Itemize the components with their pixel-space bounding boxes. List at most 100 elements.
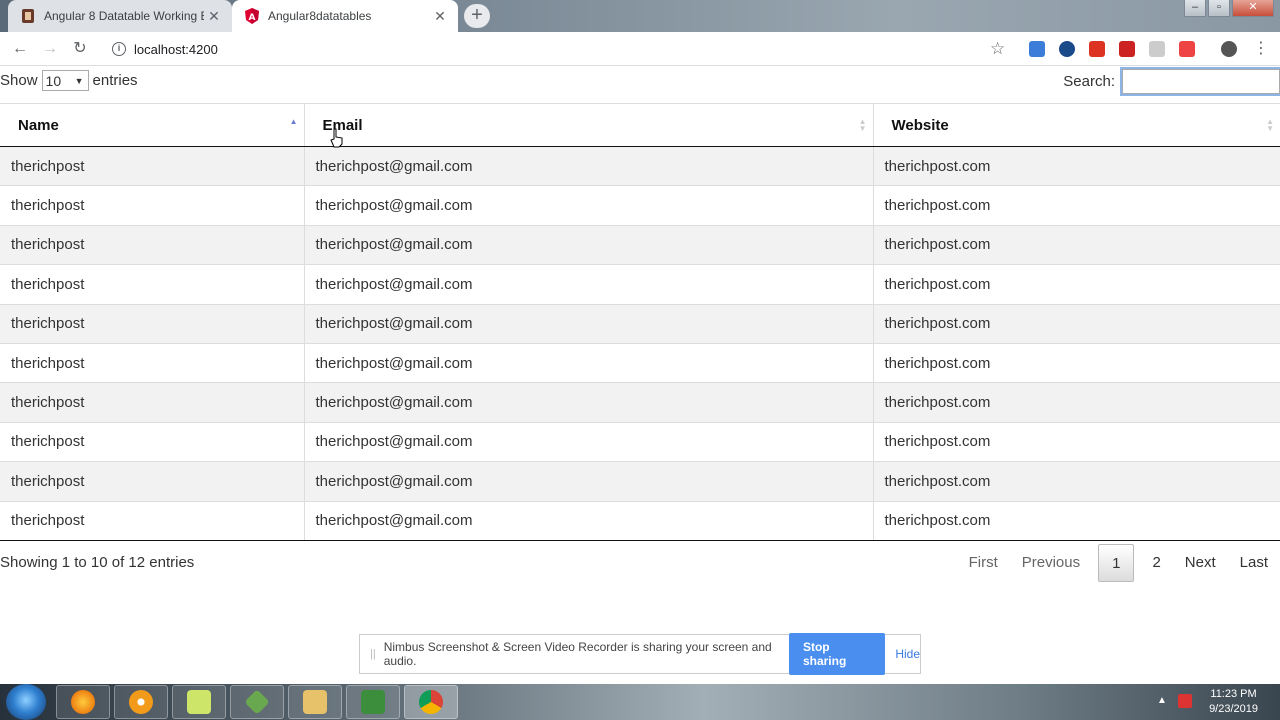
cell-name: therichpost [0, 343, 304, 384]
screen-sharing-bar: || Nimbus Screenshot & Screen Video Reco… [359, 633, 921, 675]
cell-name: therichpost [0, 304, 304, 344]
cell-email: therichpost@gmail.com [303, 185, 873, 226]
browser-tab-1[interactable]: Angular 8 Datatable Working Exa ✕ [8, 0, 232, 32]
sort-ascending-icon: ▲ [289, 117, 298, 126]
cell-name: therichpost [0, 185, 304, 226]
stop-sharing-button[interactable]: Stop sharing [788, 633, 886, 675]
cell-name: therichpost [0, 501, 304, 541]
table-row: therichpost therichpost@gmail.com therichp… [0, 461, 1280, 502]
entries-per-page-value: 10 [45, 72, 62, 89]
cell-email: therichpost@gmail.com [303, 501, 873, 541]
cell-email: therichpost@gmail.com [303, 422, 873, 463]
table-row: therichpost therichpost@gmail.com therichp… [0, 264, 1280, 305]
length-control: Show 10 ▼ entries [0, 70, 138, 91]
drag-handle-icon[interactable]: || [370, 648, 376, 660]
browser-toolbar: ← → ↻ i localhost:4200 ☆ ⋮ [0, 32, 1280, 66]
column-header-name[interactable]: Name ▲ [0, 103, 304, 147]
firefox-taskbar-icon[interactable] [56, 685, 110, 719]
sharing-message: Nimbus Screenshot & Screen Video Recorde… [383, 640, 772, 668]
sort-both-icon: ▲ ▼ [858, 117, 867, 133]
column-header-email[interactable]: Email ▲ ▼ [303, 103, 873, 147]
table-row: therichpost therichpost@gmail.com therichp… [0, 382, 1280, 423]
app-taskbar-icon[interactable] [230, 685, 284, 719]
address-bar[interactable]: i localhost:4200 [104, 36, 1019, 62]
cell-website: therichpost.com [872, 304, 1280, 344]
cell-website: therichpost.com [872, 264, 1280, 305]
search-filter: Search: [1063, 67, 1280, 96]
cell-website: therichpost.com [872, 422, 1280, 463]
cell-name: therichpost [0, 146, 304, 187]
page-button-1[interactable]: 1 [1098, 544, 1135, 582]
cell-name: therichpost [0, 461, 304, 502]
tab-close-icon[interactable]: ✕ [204, 8, 224, 25]
bookmark-star-icon[interactable]: ☆ [990, 39, 1005, 59]
hide-link[interactable]: Hide [895, 647, 920, 661]
tray-expand-icon[interactable]: ▲ [1157, 695, 1167, 706]
first-page-button[interactable]: First [957, 544, 1010, 582]
column-header-label: Website [891, 116, 949, 134]
cell-website: therichpost.com [872, 185, 1280, 226]
data-table: Name ▲ Email ▲ ▼ Website ▲ ▼ therichpost th… [0, 103, 1280, 541]
extension-2-icon[interactable] [1059, 41, 1075, 57]
entries-per-page-select[interactable]: 10 ▼ [41, 70, 89, 91]
cell-website: therichpost.com [872, 461, 1280, 502]
table-row: therichpost therichpost@gmail.com therichp… [0, 185, 1280, 226]
cell-email: therichpost@gmail.com [303, 304, 873, 344]
forward-arrow-icon[interactable]: → [39, 38, 61, 60]
chrome-taskbar-icon[interactable] [404, 685, 458, 719]
cell-name: therichpost [0, 264, 304, 305]
cell-name: therichpost [0, 382, 304, 423]
new-tab-button[interactable]: + [464, 4, 490, 28]
url-text: localhost:4200 [134, 41, 218, 57]
table-header-row: Name ▲ Email ▲ ▼ Website ▲ ▼ [0, 103, 1280, 147]
minimize-button[interactable]: – [1184, 0, 1206, 17]
reload-icon[interactable]: ↻ [69, 38, 91, 60]
sort-both-icon: ▲ ▼ [1266, 117, 1274, 133]
cell-website: therichpost.com [872, 343, 1280, 384]
sticky-notes-taskbar-icon[interactable] [172, 685, 226, 719]
maximize-button[interactable]: ▫ [1208, 0, 1230, 17]
profile-avatar-icon[interactable] [1221, 41, 1237, 57]
back-arrow-icon[interactable]: ← [9, 38, 31, 60]
browser-tab-2-active[interactable]: A Angular8datatables ✕ [232, 0, 458, 32]
cell-email: therichpost@gmail.com [303, 382, 873, 423]
file-explorer-taskbar-icon[interactable] [288, 685, 342, 719]
dropdown-arrow-icon: ▼ [74, 75, 84, 86]
table-row: therichpost therichpost@gmail.com therichp… [0, 501, 1280, 541]
extension-6-icon[interactable] [1179, 41, 1195, 57]
start-button[interactable] [6, 684, 46, 720]
tab-close-icon[interactable]: ✕ [430, 8, 450, 25]
last-page-button[interactable]: Last [1228, 544, 1280, 582]
column-header-website[interactable]: Website ▲ ▼ [872, 103, 1280, 147]
table-row: therichpost therichpost@gmail.com therichp… [0, 304, 1280, 344]
hand-cursor-icon [330, 128, 343, 148]
next-page-button[interactable]: Next [1173, 544, 1228, 582]
cell-website: therichpost.com [872, 382, 1280, 423]
cell-website: therichpost.com [872, 501, 1280, 541]
close-window-button[interactable]: ✕ [1232, 0, 1274, 17]
cell-email: therichpost@gmail.com [303, 264, 873, 305]
cell-name: therichpost [0, 225, 304, 266]
pagination: First Previous 1 2 Next Last [957, 544, 1280, 582]
system-clock[interactable]: 11:23 PM 9/23/2019 [1209, 687, 1258, 717]
svg-text:A: A [249, 13, 256, 23]
length-label-show: Show [0, 72, 38, 89]
length-label-entries: entries [92, 72, 138, 89]
cell-email: therichpost@gmail.com [303, 225, 873, 266]
extension-1-icon[interactable] [1029, 41, 1045, 57]
extension-5-icon[interactable] [1149, 41, 1165, 57]
page-button-2[interactable]: 2 [1140, 544, 1172, 582]
search-input[interactable] [1120, 67, 1280, 96]
cell-email: therichpost@gmail.com [303, 343, 873, 384]
previous-page-button[interactable]: Previous [1010, 544, 1092, 582]
settings-gear-taskbar-icon[interactable] [114, 685, 168, 719]
cell-email: therichpost@gmail.com [303, 461, 873, 502]
column-header-label: Name [18, 116, 59, 134]
action-center-flag-icon[interactable] [1178, 694, 1192, 708]
menu-kebab-icon[interactable]: ⋮ [1250, 38, 1272, 60]
task-manager-taskbar-icon[interactable] [346, 685, 400, 719]
extension-4-icon[interactable] [1119, 41, 1135, 57]
extension-3-icon[interactable] [1089, 41, 1105, 57]
table-row: therichpost therichpost@gmail.com therichp… [0, 422, 1280, 463]
site-info-icon[interactable]: i [112, 42, 126, 56]
